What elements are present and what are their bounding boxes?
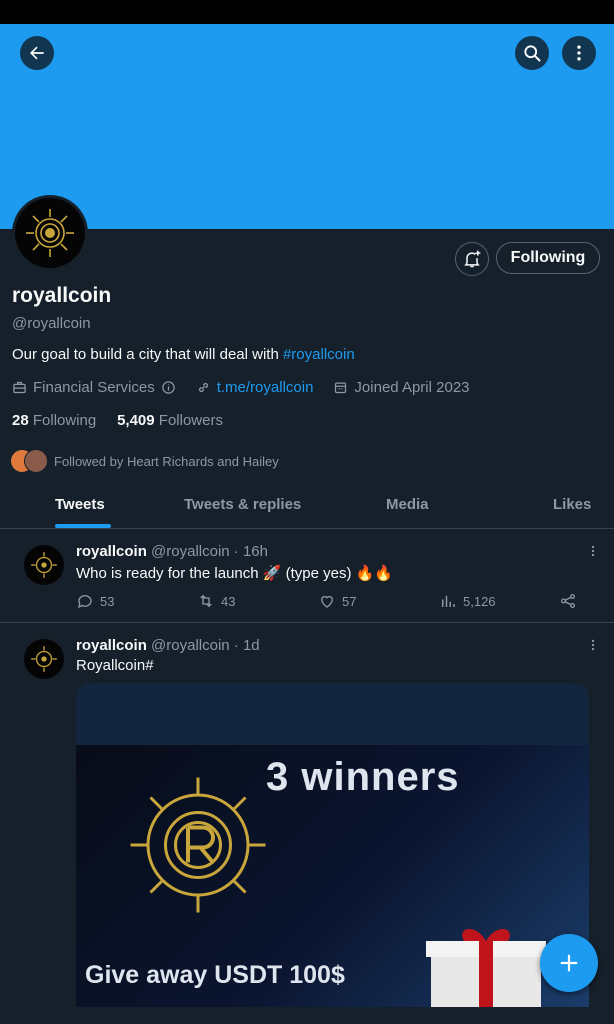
compose-tweet-button[interactable] [540, 934, 598, 992]
tab-likes[interactable]: Likes [553, 496, 591, 513]
royallcoin-logo-icon [31, 646, 57, 672]
like-button[interactable]: 57 [318, 592, 356, 610]
following-button[interactable]: Following [496, 242, 600, 274]
profile-handle: @royallcoin [12, 315, 91, 332]
followed-by-text: Followed by Heart Richards and Hailey [54, 453, 279, 469]
profile-name: royallcoin [12, 284, 112, 307]
tab-tweets[interactable]: Tweets [55, 496, 105, 513]
followers-count-link[interactable]: 5,409 Followers [117, 412, 223, 429]
tweet-header: royallcoin @royallcoin · 16h [76, 543, 268, 560]
media-top-band [76, 683, 589, 745]
reply-button[interactable]: 53 [76, 592, 114, 610]
tweet-header: royallcoin @royallcoin · 1d [76, 637, 260, 654]
compose-plus-icon [560, 954, 578, 972]
tweet-avatar[interactable] [24, 639, 64, 679]
tweet-meta: @royallcoin · 16h [151, 543, 268, 560]
bio-hashtag-link[interactable]: #royallcoin [283, 346, 355, 363]
briefcase-icon [13, 381, 26, 394]
active-tab-indicator [55, 524, 111, 528]
calendar-icon [335, 382, 347, 394]
tab-media[interactable]: Media [386, 496, 429, 513]
tweet-text: Who is ready for the launch 🚀 (type yes)… [76, 565, 393, 582]
tweet-actions: 53 43 57 5,126 [76, 592, 581, 612]
share-icon [560, 593, 576, 609]
bell-plus-icon [464, 250, 481, 268]
followed-by[interactable]: Followed by Heart Richards and Hailey [10, 449, 279, 473]
profile-tabs: Tweets Tweets & replies Media Likes [0, 484, 614, 529]
more-options-button[interactable] [562, 36, 596, 70]
retweet-button[interactable]: 43 [197, 592, 235, 610]
tweet-text: Royallcoin# [76, 657, 154, 674]
tweet-divider [0, 622, 614, 623]
status-bar [0, 0, 614, 24]
retweet-icon [200, 594, 212, 608]
search-button[interactable] [515, 36, 549, 70]
tweet-avatar[interactable] [24, 545, 64, 585]
share-button[interactable] [559, 592, 577, 610]
media-title: 3 winners [266, 755, 460, 799]
more-vertical-icon [577, 45, 581, 61]
tweet-more-button[interactable] [585, 543, 601, 559]
search-icon [524, 45, 541, 62]
profile-avatar[interactable] [12, 195, 88, 271]
category-label: Financial Services [33, 379, 155, 396]
joined-date: Joined April 2023 [354, 379, 470, 396]
back-button[interactable] [20, 36, 54, 70]
notifications-button[interactable] [455, 242, 489, 276]
royallcoin-logo-icon [26, 209, 74, 257]
profile-bio: Our goal to build a city that will deal … [12, 346, 355, 363]
tweet-meta: @royallcoin · 1d [151, 637, 260, 654]
follower-avatar [24, 449, 48, 473]
bio-text: Our goal to build a city that will deal … [12, 346, 283, 363]
royallcoin-logo-icon [130, 777, 266, 913]
like-icon [321, 595, 333, 608]
following-count-link[interactable]: 28 Following [12, 412, 96, 429]
back-arrow-icon [30, 46, 44, 60]
info-icon[interactable] [161, 380, 176, 395]
tweet-more-button[interactable] [585, 637, 601, 653]
more-vertical-icon [591, 545, 595, 557]
tab-tweets-replies[interactable]: Tweets & replies [184, 496, 301, 513]
tweet-author[interactable]: royallcoin [76, 637, 147, 654]
tweet-media-image[interactable]: 3 winners Give away USDT 100$ [76, 683, 589, 1007]
more-vertical-icon [591, 639, 595, 651]
gift-box-icon [426, 928, 546, 1007]
royallcoin-logo-icon [31, 552, 57, 578]
media-caption: Give away USDT 100$ [85, 961, 345, 989]
views-icon [442, 595, 455, 607]
tweet-author[interactable]: royallcoin [76, 543, 147, 560]
follow-counts: 28 Following 5,409 Followers [12, 412, 223, 429]
profile-link[interactable]: t.me/royallcoin [217, 379, 314, 396]
views-button[interactable]: 5,126 [439, 592, 496, 610]
profile-meta: Financial Services t.me/royallcoin Joine… [12, 379, 470, 396]
reply-icon [77, 595, 92, 609]
link-icon [198, 382, 208, 393]
